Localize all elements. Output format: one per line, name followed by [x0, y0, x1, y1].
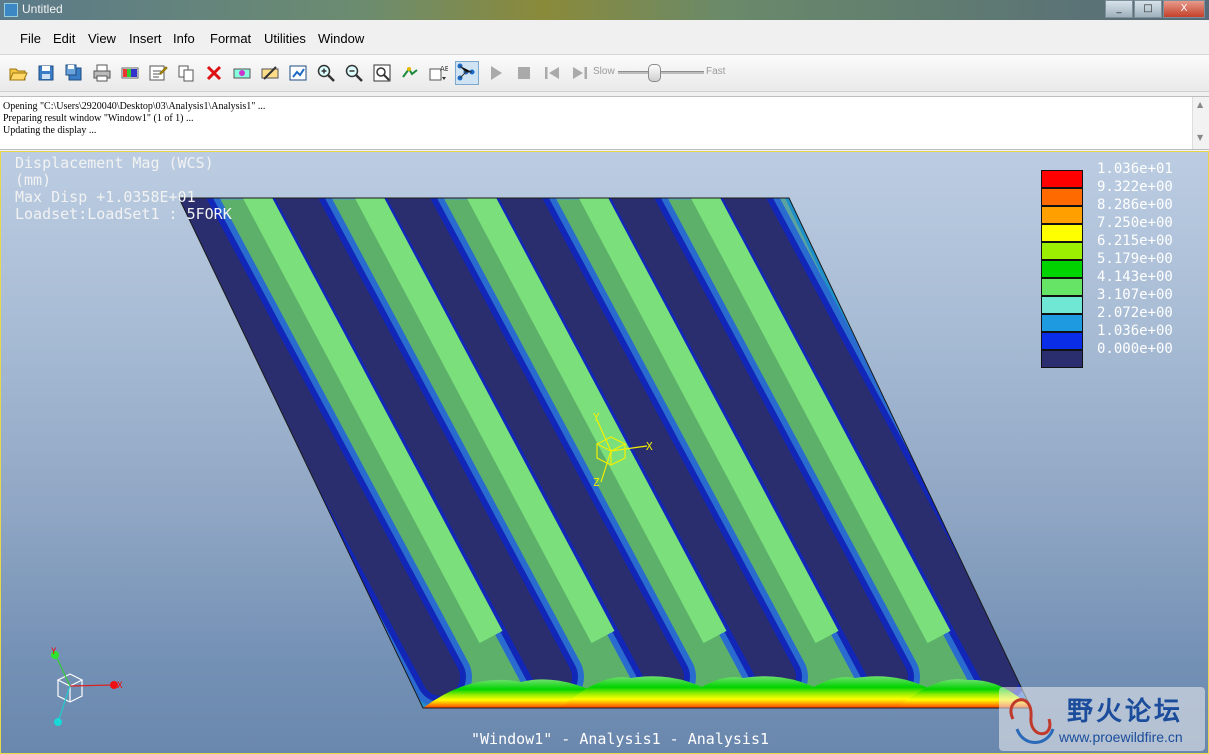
legend-value: 0.000e+00: [1097, 341, 1173, 357]
delete-icon[interactable]: [204, 63, 224, 83]
legend-row: 0.000e+00: [1039, 341, 1189, 368]
message-area: Opening "C:\Users\2920040\Desktop\03\Ana…: [0, 96, 1209, 150]
step-forward-icon[interactable]: [570, 63, 590, 83]
scroll-up-icon[interactable]: ▲: [1197, 100, 1203, 109]
legend-value: 8.286e+00: [1097, 197, 1173, 213]
legend-value: 9.322e+00: [1097, 179, 1173, 195]
menu-edit[interactable]: Edit: [53, 31, 75, 46]
legend-swatch: [1041, 170, 1083, 188]
viewport-title: "Window1" - Analysis1 - Analysis1: [471, 730, 770, 748]
edit-color-icon[interactable]: [120, 63, 140, 83]
window-controls: _ □ X: [1104, 0, 1205, 18]
save-icon[interactable]: [36, 63, 56, 83]
legend-value: 5.179e+00: [1097, 251, 1173, 267]
result-header-loadset: Loadset:LoadSet1 : 5FORK: [15, 205, 232, 223]
message-line: Preparing result window "Window1" (1 of …: [3, 113, 194, 124]
watermark-url: www.proewildfire.cn: [1059, 729, 1183, 745]
minimize-button[interactable]: _: [1105, 0, 1133, 18]
speed-slow-label: Slow: [593, 66, 615, 77]
legend-value: 6.215e+00: [1097, 233, 1173, 249]
triad-x-label: X: [646, 440, 653, 453]
copy-icon[interactable]: [176, 63, 196, 83]
edit-definition-icon[interactable]: [148, 63, 168, 83]
refit-icon[interactable]: [372, 63, 392, 83]
save-as-icon[interactable]: [64, 63, 84, 83]
maximize-button[interactable]: □: [1134, 0, 1162, 18]
update-icon[interactable]: [288, 63, 308, 83]
legend-swatch: [1041, 314, 1083, 332]
triad-z-label: Z: [593, 476, 600, 489]
legend-swatch: [1041, 224, 1083, 242]
legend-swatch: [1041, 206, 1083, 224]
result-header-maxdisp: Max Disp +1.0358E+01: [15, 188, 196, 206]
hide-result-icon[interactable]: [260, 63, 280, 83]
app-icon: [4, 3, 18, 17]
corner-triad: [55, 655, 114, 723]
toolbar: AB Slow Fast: [0, 55, 1209, 92]
legend-swatch: [1041, 188, 1083, 206]
print-icon[interactable]: [92, 63, 112, 83]
legend-value: 4.143e+00: [1097, 269, 1173, 285]
fringe-plot: [51, 197, 1032, 726]
open-icon[interactable]: [8, 63, 28, 83]
legend-swatch: [1041, 296, 1083, 314]
legend-value: 7.250e+00: [1097, 215, 1173, 231]
menu-window[interactable]: Window: [318, 31, 364, 46]
watermark: 野火论坛 www.proewildfire.cn: [999, 687, 1205, 751]
zoom-in-icon[interactable]: [316, 63, 336, 83]
legend-swatch: [1041, 278, 1083, 296]
step-back-icon[interactable]: [542, 63, 562, 83]
speed-fast-label: Fast: [706, 66, 726, 77]
watermark-logo-icon: [1009, 698, 1055, 744]
spin-icon[interactable]: [400, 63, 420, 83]
menu-format[interactable]: Format: [210, 31, 251, 46]
result-header-units: (mm): [15, 171, 52, 189]
menu-view[interactable]: View: [88, 31, 116, 46]
show-result-icon[interactable]: [232, 63, 252, 83]
watermark-name: 野火论坛: [1067, 697, 1184, 727]
play-icon[interactable]: [486, 63, 506, 83]
result-header-title: Displacement Mag (WCS): [15, 154, 214, 172]
legend-value: 1.036e+00: [1097, 323, 1173, 339]
menu-info[interactable]: Info: [173, 31, 195, 46]
menu-utilities[interactable]: Utilities: [264, 31, 306, 46]
legend-value: 2.072e+00: [1097, 305, 1173, 321]
legend-swatch: [1041, 242, 1083, 260]
menu-bar: File Edit View Insert Info Format Utilit…: [0, 20, 1209, 55]
legend-value: 1.036e+01: [1097, 161, 1173, 177]
zoom-out-icon[interactable]: [344, 63, 364, 83]
message-line: Opening "C:\Users\2920040\Desktop\03\Ana…: [3, 101, 266, 112]
svg-text:AB: AB: [440, 65, 448, 73]
message-scrollbar[interactable]: ▲ ▼: [1192, 97, 1209, 149]
menu-insert[interactable]: Insert: [129, 31, 162, 46]
legend-value: 3.107e+00: [1097, 287, 1173, 303]
view-options-icon[interactable]: AB: [428, 63, 450, 83]
result-viewport[interactable]: Y X Z Y X Displacement Mag (WCS) (mm) Ma…: [0, 151, 1209, 754]
title-bar: Untitled _ □ X: [0, 0, 1209, 20]
window-title: Untitled: [22, 2, 63, 16]
corner-x-label: X: [117, 681, 123, 691]
legend-swatch: [1041, 260, 1083, 278]
menu-file[interactable]: File: [20, 31, 41, 46]
scroll-down-icon[interactable]: ▼: [1197, 133, 1203, 142]
legend-swatch: [1041, 350, 1083, 368]
select-icon[interactable]: [455, 61, 479, 85]
legend-swatch: [1041, 332, 1083, 350]
triad-y-label: Y: [593, 411, 600, 424]
corner-y-label: Y: [51, 647, 57, 657]
stop-icon[interactable]: [514, 63, 534, 83]
message-line: Updating the display ...: [3, 125, 97, 136]
speed-slider-thumb[interactable]: [648, 64, 662, 82]
close-button[interactable]: X: [1163, 0, 1205, 18]
